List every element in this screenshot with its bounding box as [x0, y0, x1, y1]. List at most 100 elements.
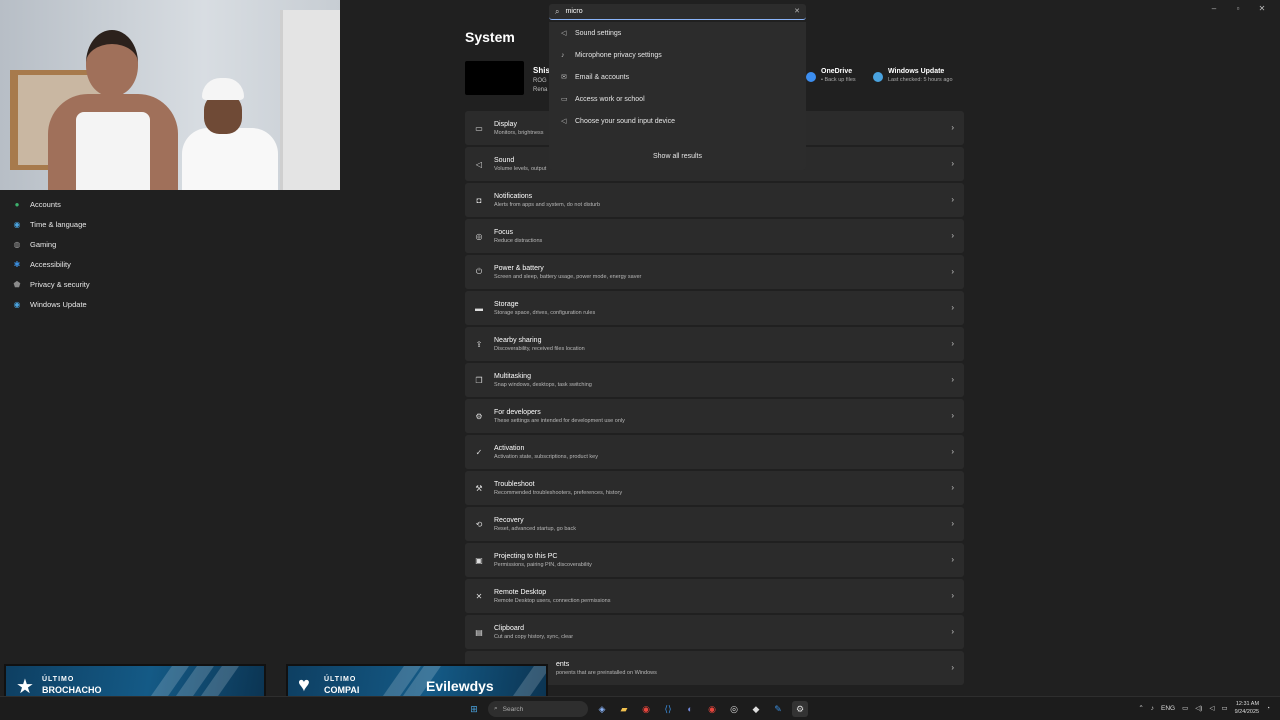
windows-update-subtitle: Last checked: 5 hours ago [888, 77, 953, 83]
vscode-icon[interactable]: ⟨⟩ [660, 701, 676, 717]
row-title: ents [556, 660, 570, 668]
search-result-label: Microphone privacy settings [575, 51, 662, 59]
mail-icon: ✉ [561, 74, 567, 81]
row-subtitle: Activation state, subscriptions, product… [494, 453, 598, 460]
discord-icon[interactable]: ◐ [682, 701, 698, 717]
sidebar-item-privacy-security[interactable]: ⬟ Privacy & security [8, 274, 208, 294]
windows-update-link[interactable]: Windows Update Last checked: 5 hours ago [873, 68, 953, 83]
sidebar-item-accessibility[interactable]: ✱ Accessibility [8, 254, 208, 274]
battery-icon[interactable]: ▭ [1221, 704, 1227, 712]
sidebar-item-label: Accessibility [30, 259, 71, 269]
settings-search-input[interactable]: ⌕ micro ✕ [549, 4, 806, 20]
settings-row-multitasking[interactable]: ❐ Multitasking Snap windows, desktops, tas… [465, 363, 964, 397]
briefcase-icon: ▭ [561, 96, 568, 103]
device-thumbnail [465, 61, 524, 95]
search-result-item[interactable]: ◁ Choose your sound input device [549, 110, 806, 132]
speaker-icon: ◁ [561, 30, 567, 37]
settings-icon[interactable]: ⚙ [792, 701, 808, 717]
row-subtitle: These settings are intended for developm… [494, 417, 625, 424]
chevron-right-icon: › [951, 519, 954, 528]
clock-time: 12:31 AM [1235, 701, 1260, 707]
notification-bell-icon[interactable]: ◔ [1266, 705, 1270, 712]
settings-row-projecting[interactable]: ▣ Projecting to this PC Permissions, pairi… [465, 543, 964, 577]
onedrive-link[interactable]: OneDrive • Back up files [806, 68, 856, 83]
settings-row-storage[interactable]: ▬ Storage Storage space, drives, configura… [465, 291, 964, 325]
show-all-results-link[interactable]: Show all results [549, 153, 806, 160]
chevron-up-icon[interactable]: ⌃ [1138, 704, 1143, 712]
chevron-right-icon: › [951, 195, 954, 204]
speaker-icon[interactable]: ◁ [1209, 704, 1214, 712]
volume-icon[interactable]: ◁) [1195, 704, 1202, 712]
files-icon[interactable]: ▰ [616, 701, 632, 717]
overlay-small-label: ÚLTIMO [324, 676, 357, 683]
search-icon: ⌕ [494, 705, 498, 712]
chevron-right-icon: › [951, 447, 954, 456]
chevron-right-icon: › [951, 339, 954, 348]
chevron-right-icon: › [951, 411, 954, 420]
sidebar-item-windows-update[interactable]: ◉ Windows Update [8, 294, 208, 314]
search-result-item[interactable]: ✉ Email & accounts [549, 66, 806, 88]
chrome-alt-icon[interactable]: ◉ [704, 701, 720, 717]
settings-row-activation[interactable]: ✓ Activation Activation state, subscriptio… [465, 435, 964, 469]
chevron-right-icon: › [951, 303, 954, 312]
row-subtitle: Volume levels, output [494, 165, 547, 172]
minimize-icon[interactable]: – [1204, 2, 1224, 14]
row-title: Storage [494, 300, 519, 308]
notepad-icon[interactable]: ✎ [770, 701, 786, 717]
row-title: Clipboard [494, 624, 524, 632]
update-icon [873, 72, 883, 82]
clear-icon[interactable]: ✕ [794, 7, 800, 15]
row-title: Focus [494, 228, 514, 236]
device-rename-link[interactable]: Rena [533, 87, 547, 93]
settings-row-clipboard[interactable]: ▤ Clipboard Cut and copy history, sync, cl… [465, 615, 964, 649]
settings-row-for-developers[interactable]: ⚙ For developers These settings are intend… [465, 399, 964, 433]
settings-row-troubleshoot[interactable]: ⚒ Troubleshoot Recommended troubleshooters… [465, 471, 964, 505]
gamepad-icon: ◍ [13, 239, 21, 249]
settings-row-power-battery[interactable]: ⏻ Power & battery Screen and sleep, batter… [465, 255, 964, 289]
sidebar-item-accounts[interactable]: ● Accounts [8, 194, 208, 214]
bell-icon: ◘ [476, 195, 482, 205]
windows-update-title: Windows Update [888, 68, 945, 75]
microphone-icon[interactable]: ♪ [1151, 705, 1154, 712]
chevron-right-icon: › [951, 663, 954, 672]
row-title: Recovery [494, 516, 524, 524]
update-icon: ◉ [13, 299, 21, 309]
clock[interactable]: 12:31 AM 9/24/2025 [1235, 700, 1259, 716]
onedrive-subtitle: • Back up files [821, 77, 856, 83]
row-subtitle: Storage space, drives, configuration rul… [494, 309, 596, 316]
row-subtitle: Screen and sleep, battery usage, power m… [494, 273, 642, 280]
chrome-icon[interactable]: ◉ [638, 701, 654, 717]
taskbar-search-placeholder: Search [502, 705, 524, 713]
taskbar: ⊞ ⌕ Search ◈ ▰ ◉ ⟨⟩ ◐ ◉ ◎ ◆ ✎ ⚙ ⌃ ♪ ENG ▭… [0, 696, 1280, 720]
projector-icon: ▣ [475, 555, 483, 565]
accessibility-icon: ✱ [13, 259, 21, 269]
sidebar-item-time-language[interactable]: ◉ Time & language [8, 214, 208, 234]
search-result-item[interactable]: ◁ Sound settings [549, 22, 806, 44]
display-icon[interactable]: ▭ [1182, 704, 1188, 712]
language-indicator[interactable]: ENG [1161, 705, 1175, 712]
settings-row-recovery[interactable]: ⟲ Recovery Reset, advanced startup, go bac… [465, 507, 964, 541]
chevron-right-icon: › [951, 483, 954, 492]
search-result-label: Email & accounts [575, 73, 630, 81]
monitor-icon: ▭ [475, 123, 483, 133]
page-title: System [465, 29, 515, 45]
start-icon[interactable]: ⊞ [466, 701, 482, 717]
device-model: ROG [533, 78, 547, 84]
search-result-item[interactable]: ♪ Microphone privacy settings [549, 44, 806, 66]
settings-row-notifications[interactable]: ◘ Notifications Alerts from apps and syste… [465, 183, 964, 217]
clipboard-icon: ▤ [475, 627, 483, 637]
overlay-big-label: COMPAI [324, 685, 360, 695]
settings-row-focus[interactable]: ◎ Focus Reduce distractions › [465, 219, 964, 253]
epic-icon[interactable]: ◆ [748, 701, 764, 717]
maximize-icon[interactable]: ▫ [1228, 2, 1248, 14]
sidebar-item-gaming[interactable]: ◍ Gaming [8, 234, 208, 254]
settings-row-nearby-sharing[interactable]: ⇪ Nearby sharing Discoverability, received… [465, 327, 964, 361]
taskbar-search[interactable]: ⌕ Search [488, 701, 588, 717]
steam-icon[interactable]: ◎ [726, 701, 742, 717]
close-icon[interactable]: ✕ [1252, 2, 1272, 14]
chevron-right-icon: › [951, 267, 954, 276]
settings-row-remote-desktop[interactable]: ✕ Remote Desktop Remote Desktop users, con… [465, 579, 964, 613]
search-result-item[interactable]: ▭ Access work or school [549, 88, 806, 110]
copilot-icon[interactable]: ◈ [594, 701, 610, 717]
search-result-label: Sound settings [575, 29, 622, 37]
